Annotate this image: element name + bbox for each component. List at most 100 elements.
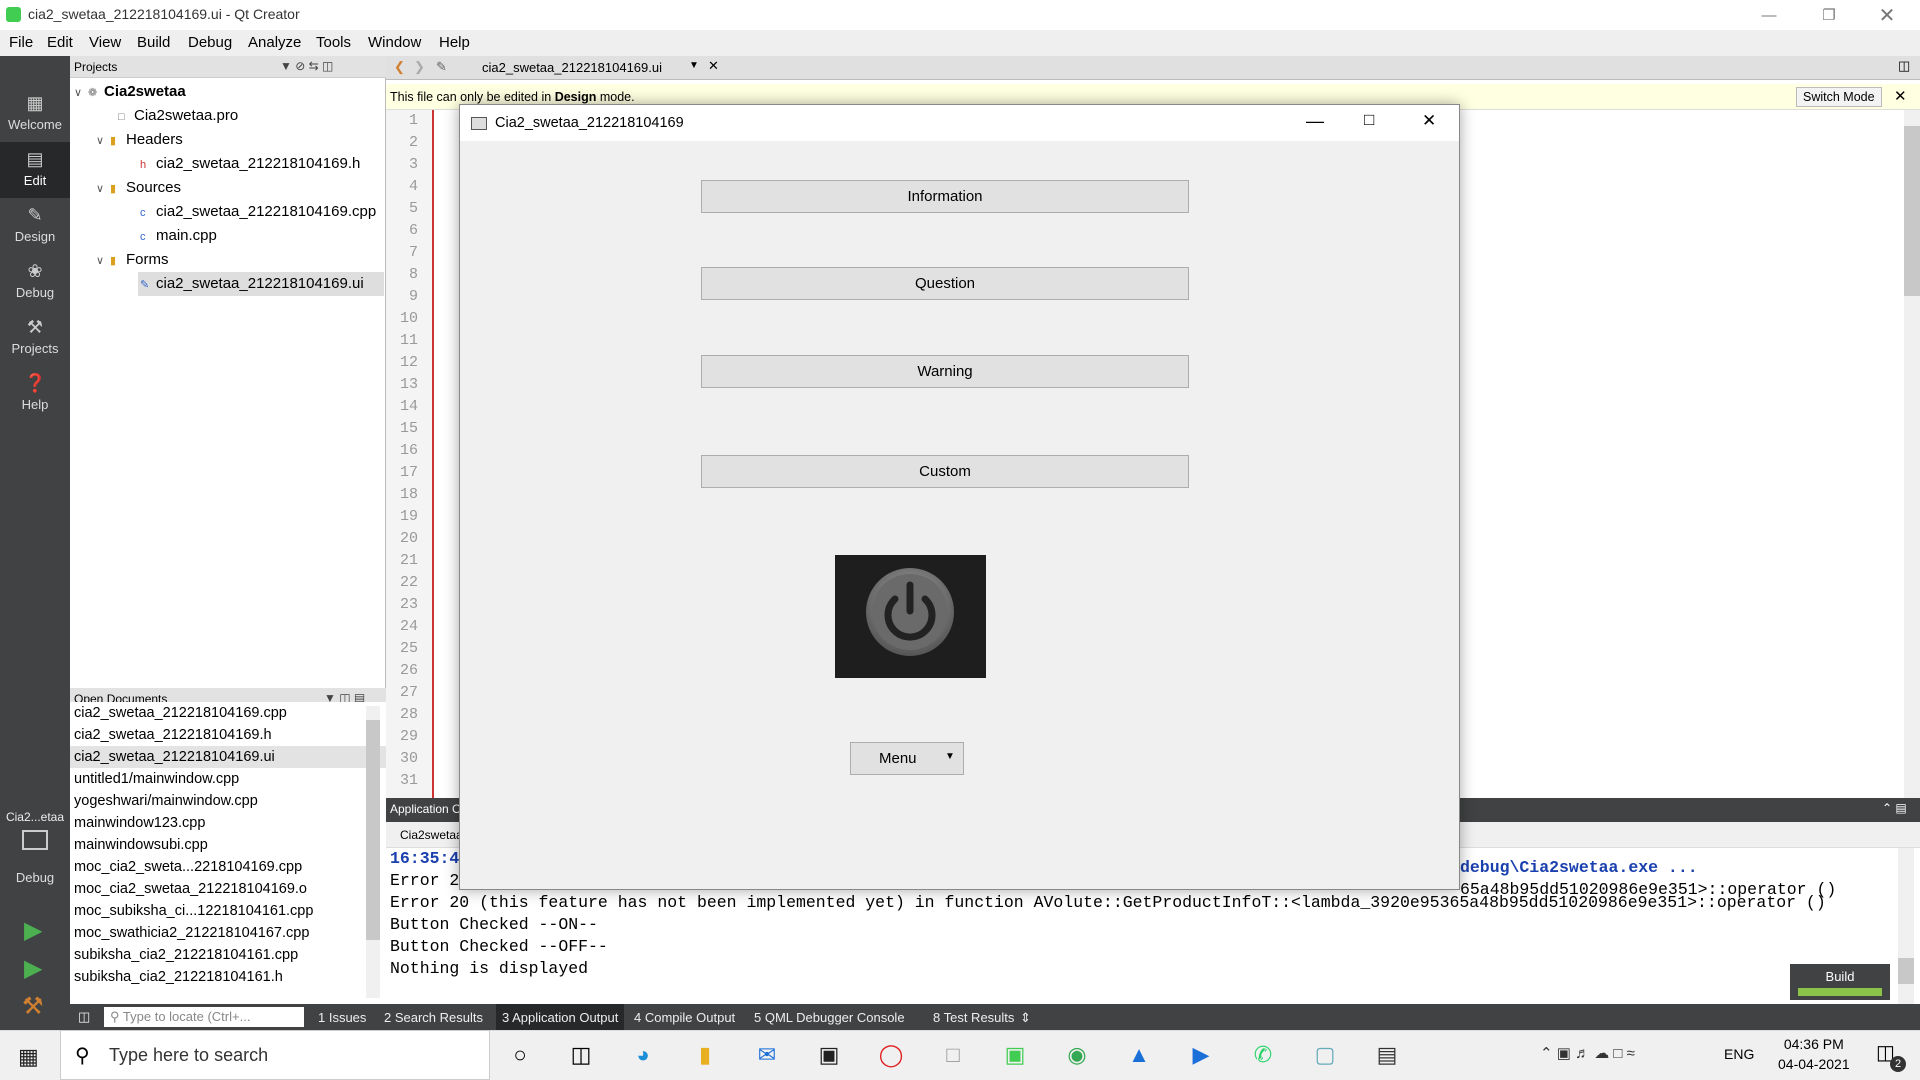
opera-icon[interactable]: ◯ [876,1040,906,1070]
sidebar-toggle-icon[interactable]: ◫ [78,1009,90,1025]
information-button[interactable]: Information [701,180,1189,213]
minimize-button[interactable]: — [1746,0,1792,30]
tray-icons[interactable]: ⌃ ▣ ♬ ☁ □ ≈ [1540,1044,1635,1062]
restore-button[interactable]: ❐ [1806,0,1852,30]
tab-application-output[interactable]: 3 Application Output [496,1004,625,1030]
hammer-icon[interactable]: ⚒ [22,992,44,1021]
grid-icon: ▦ [26,93,44,113]
task-view-icon[interactable]: ◫ [566,1040,596,1070]
list-item[interactable]: subiksha_cia2_212218104161.h [70,966,386,988]
tree-root[interactable]: ∨ ❁ Cia2swetaa [74,80,186,104]
list-item[interactable]: cia2_swetaa_212218104169.ui [70,746,386,768]
app-title: Cia2_swetaa_212218104169 [495,115,684,131]
list-item[interactable]: moc_cia2_sweta...2218104169.cpp [70,856,386,878]
mail-icon[interactable]: ✉ [752,1040,782,1070]
locate-input[interactable]: ⚲ Type to locate (Ctrl+... [104,1007,304,1027]
menu-edit[interactable]: Edit [47,34,73,51]
media-player-icon[interactable]: ▶ [1186,1040,1216,1070]
taskbar-search[interactable]: ⚲ Type here to search [60,1030,490,1080]
menu-build[interactable]: Build [137,34,170,51]
list-item[interactable]: moc_swathicia2_212218104167.cpp [70,922,386,944]
list-item[interactable]: yogeshwari/mainwindow.cpp [70,790,386,812]
mode-help[interactable]: ❓ Help [0,366,70,422]
tree-pro-file[interactable]: □ Cia2swetaa.pro [118,104,238,128]
fold-markers[interactable] [422,110,434,798]
close-button[interactable]: ✕ [1422,111,1436,131]
mode-edit[interactable]: ▤ Edit [0,142,70,198]
custom-button[interactable]: Custom [701,455,1189,488]
forward-icon[interactable]: ❯ [414,59,425,75]
editor-tab[interactable]: cia2_swetaa_212218104169.ui [482,60,662,75]
menu-help[interactable]: Help [439,34,470,51]
question-button[interactable]: Question [701,267,1189,300]
tab-test-results[interactable]: 8 Test Results [933,1010,1014,1025]
list-item[interactable]: untitled1/mainwindow.cpp [70,768,386,790]
app-icon[interactable]: ▢ [1310,1040,1340,1070]
filter-icon[interactable]: ▼ ⊘ ⇆ ◫ [280,59,333,73]
mode-welcome[interactable]: ▦ Welcome [0,86,70,142]
minimize-button[interactable]: — [1306,111,1324,132]
output-scrollbar[interactable] [1898,848,1914,1004]
list-item[interactable]: cia2_swetaa_212218104169.h [70,724,386,746]
list-item[interactable]: subiksha_cia2_212218104161.cpp [70,944,386,966]
photos-icon[interactable]: ▲ [1124,1040,1154,1070]
tree-source-file[interactable]: c cia2_swetaa_212218104169.cpp [140,200,376,224]
tree-sources[interactable]: ∨ ▮ Sources [96,176,181,200]
back-icon[interactable]: ❮ [394,59,405,75]
scrollbar[interactable] [366,706,380,998]
clock[interactable]: 04:36 PM 04-04-2021 [1778,1036,1850,1072]
tab-issues[interactable]: 1 Issues [318,1010,366,1025]
whatsapp-icon[interactable]: ✆ [1248,1040,1278,1070]
tree-headers[interactable]: ∨ ▮ Headers [96,128,183,152]
menu-analyze[interactable]: Analyze [248,34,301,51]
chevron-down-icon[interactable]: ▼ [689,60,699,71]
switch-mode-button[interactable]: Switch Mode [1796,87,1882,107]
maximize-button[interactable]: □ [1364,110,1374,130]
split-icon[interactable]: ◫ [1898,58,1910,74]
updown-icon[interactable]: ⇕ [1020,1010,1031,1026]
list-item[interactable]: mainwindowsubi.cpp [70,834,386,856]
power-toggle-button[interactable] [835,555,986,678]
monitor-icon[interactable] [22,830,48,850]
list-item[interactable]: cia2_swetaa_212218104169.cpp [70,702,386,724]
menu-dropdown-button[interactable]: Menu ▼ [850,742,964,775]
output-tab[interactable]: Cia2swetaa [400,828,463,842]
document-icon[interactable]: □ [938,1040,968,1070]
tab-compile-output[interactable]: 4 Compile Output [634,1010,735,1025]
language-indicator[interactable]: ENG [1724,1046,1754,1062]
tree-header-file[interactable]: h cia2_swetaa_212218104169.h [140,152,360,176]
menu-tools[interactable]: Tools [316,34,351,51]
run-icon[interactable]: ▶ [24,916,42,945]
ui-file-icon: ✎ [140,279,150,291]
list-item[interactable]: mainwindow123.cpp [70,812,386,834]
cortana-icon[interactable]: ○ [505,1040,535,1070]
warning-button[interactable]: Warning [701,355,1189,388]
close-icon[interactable]: ✕ [1894,87,1907,105]
list-item[interactable]: moc_subiksha_ci...12218104161.cpp [70,900,386,922]
maximize-pane-icon[interactable]: ⌃ ▤ [1882,801,1907,815]
chrome-icon[interactable]: ◉ [1062,1040,1092,1070]
debug-run-icon[interactable]: ▶ [24,954,42,983]
mode-design[interactable]: ✎ Design [0,198,70,254]
tree-form-file[interactable]: ✎ cia2_swetaa_212218104169.ui [138,272,384,296]
qt-creator-icon[interactable]: ▣ [1000,1040,1030,1070]
menu-debug[interactable]: Debug [188,34,232,51]
editor-scrollbar[interactable] [1904,110,1920,798]
running-app-icon[interactable]: ▤ [1372,1040,1402,1070]
tab-search-results[interactable]: 2 Search Results [384,1010,483,1025]
windows-start-icon[interactable]: ▦ [18,1044,39,1070]
file-explorer-icon[interactable]: ▮ [690,1040,720,1070]
menu-window[interactable]: Window [368,34,421,51]
edge-icon[interactable]: ◕ [628,1040,658,1070]
mode-projects[interactable]: ⚒ Projects [0,310,70,366]
tree-forms[interactable]: ∨ ▮ Forms [96,248,169,272]
tree-source-file[interactable]: c main.cpp [140,224,217,248]
mode-debug[interactable]: ❀ Debug [0,254,70,310]
store-icon[interactable]: ▣ [814,1040,844,1070]
tab-qml-debugger-console[interactable]: 5 QML Debugger Console [754,1010,905,1025]
menu-view[interactable]: View [89,34,121,51]
menu-file[interactable]: File [9,34,33,51]
list-item[interactable]: moc_cia2_swetaa_212218104169.o [70,878,386,900]
close-button[interactable]: ✕ [1864,0,1910,30]
close-tab-icon[interactable]: ✕ [708,58,719,74]
